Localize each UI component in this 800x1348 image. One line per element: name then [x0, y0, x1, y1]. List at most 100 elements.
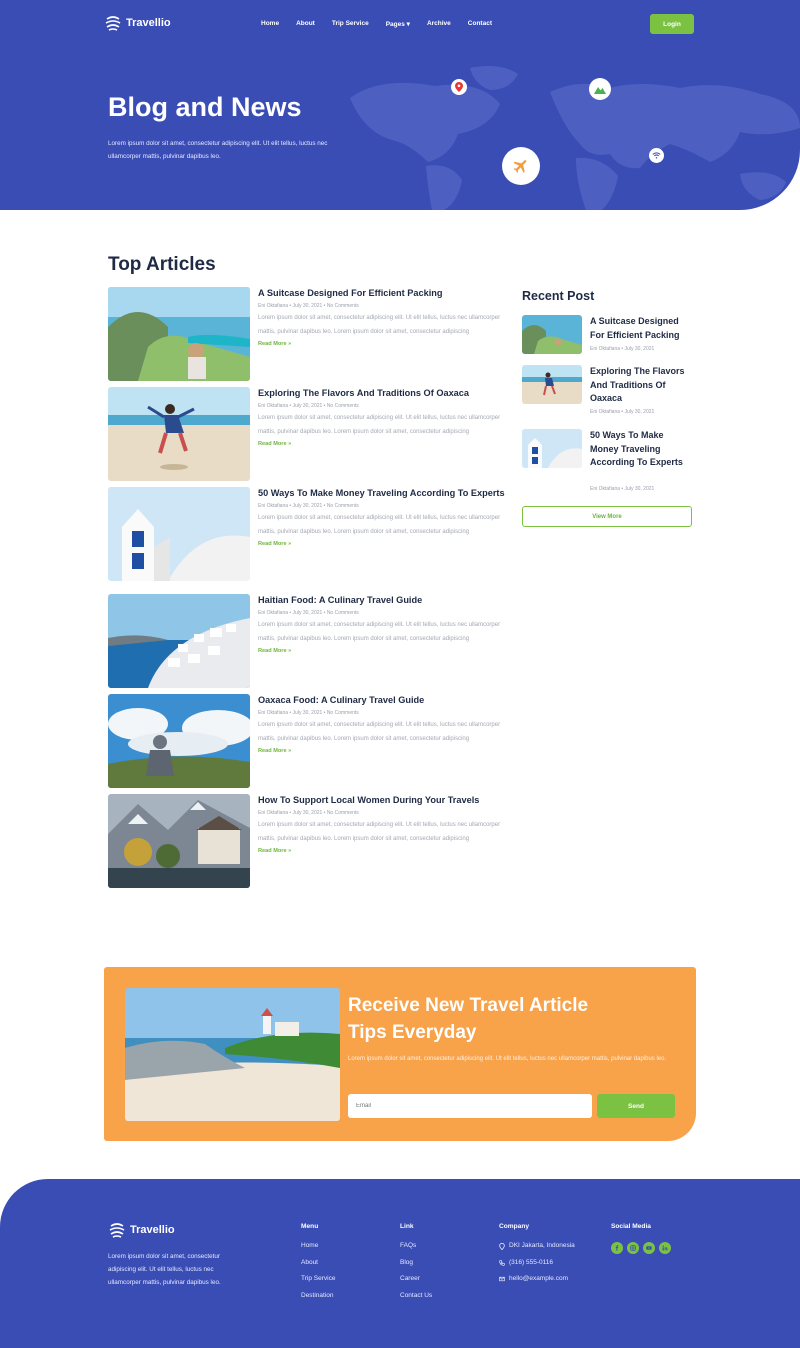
article-meta: Eni Oktafiana • July 30, 2021 • No Comme… — [258, 810, 359, 816]
nav-about[interactable]: About — [296, 20, 315, 28]
linkedin-icon[interactable] — [659, 1242, 671, 1254]
recent-post-thumbnail[interactable] — [522, 315, 582, 354]
footer-link-column: Link FAQs Blog Career Contact Us — [400, 1223, 432, 1308]
article-thumbnail[interactable] — [108, 694, 250, 788]
youtube-icon[interactable] — [643, 1242, 655, 1254]
footer-menu-title: Menu — [301, 1223, 319, 1230]
article-meta: Eni Oktafiana • July 30, 2021 • No Comme… — [258, 403, 359, 409]
brand-logo[interactable]: Travellio — [104, 14, 171, 32]
recent-post-meta: Eni Oktafiana • July 30, 2021 — [590, 409, 655, 415]
article-excerpt: Lorem ipsum dolor sit amet, consectetur … — [258, 415, 501, 435]
company-email: hello@example.com — [509, 1275, 568, 1283]
read-more-link[interactable]: Read More » — [258, 441, 508, 447]
main-menu: Home About Trip Service Pages ▾ Archive … — [261, 20, 492, 28]
top-articles-title: Top Articles — [108, 254, 216, 275]
phone-item[interactable]: (316) 555-0116 — [499, 1259, 575, 1267]
location-icon — [499, 1242, 505, 1250]
article-meta: Eni Oktafiana • July 30, 2021 • No Comme… — [258, 503, 359, 509]
newsletter-section: Receive New Travel Article Tips Everyday… — [104, 967, 696, 1141]
read-more-link[interactable]: Read More » — [258, 848, 508, 854]
nav-archive[interactable]: Archive — [427, 20, 451, 28]
address-item: DKI Jakarta, Indonesia — [499, 1242, 575, 1250]
article-title[interactable]: How To Support Local Women During Your T… — [258, 794, 508, 807]
email-item[interactable]: hello@example.com — [499, 1275, 575, 1283]
recent-post-title-link[interactable]: 50 Ways To Make Money Traveling Accordin… — [590, 429, 694, 470]
footer-company-column: Company DKI Jakarta, Indonesia (316) 555… — [499, 1223, 575, 1292]
logo-icon — [109, 1223, 125, 1238]
article-card: Oaxaca Food: A Culinary Travel Guide Eni… — [108, 694, 508, 788]
footer-link-contact-us[interactable]: Contact Us — [400, 1292, 432, 1300]
article-title[interactable]: A Suitcase Designed For Efficient Packin… — [258, 287, 508, 300]
read-more-link[interactable]: Read More » — [258, 748, 508, 754]
article-title[interactable]: Haitian Food: A Culinary Travel Guide — [258, 594, 508, 607]
recent-post-item: A Suitcase Designed For Efficient Packin… — [522, 315, 692, 355]
logo-icon — [105, 16, 121, 31]
footer-link-title: Link — [400, 1223, 414, 1230]
footer-link-trip-service[interactable]: Trip Service — [301, 1275, 335, 1283]
footer-link-career[interactable]: Career — [400, 1275, 432, 1283]
article-excerpt: Lorem ipsum dolor sit amet, consectetur … — [258, 822, 501, 842]
send-button[interactable]: Send — [597, 1094, 675, 1118]
footer-brand-logo[interactable]: Travellio — [108, 1221, 175, 1239]
footer-link-home[interactable]: Home — [301, 1242, 335, 1250]
article-thumbnail[interactable] — [108, 794, 250, 888]
nav-contact[interactable]: Contact — [468, 20, 492, 28]
mountain-icon — [589, 78, 611, 100]
recent-post-title-link[interactable]: A Suitcase Designed For Efficient Packin… — [590, 315, 694, 342]
article-card: Exploring The Flavors And Traditions Of … — [108, 387, 508, 481]
newsletter-text: Lorem ipsum dolor sit amet, consectetur … — [348, 1056, 667, 1062]
recent-post-item: Exploring The Flavors And Traditions Of … — [522, 365, 692, 419]
article-card: A Suitcase Designed For Efficient Packin… — [108, 287, 508, 381]
recent-post-title-link[interactable]: Exploring The Flavors And Traditions Of … — [590, 365, 694, 406]
location-pin-icon — [451, 79, 467, 95]
newsletter-title: Receive New Travel Article Tips Everyday — [348, 995, 589, 1043]
footer-company-title: Company — [499, 1223, 530, 1230]
recent-post-thumbnail[interactable] — [522, 429, 582, 468]
footer-link-destination[interactable]: Destination — [301, 1292, 335, 1300]
nav-pages[interactable]: Pages ▾ — [386, 20, 410, 28]
article-meta: Eni Oktafiana • July 30, 2021 • No Comme… — [258, 710, 359, 716]
article-thumbnail[interactable] — [108, 487, 250, 581]
article-thumbnail[interactable] — [108, 594, 250, 688]
email-input[interactable] — [348, 1094, 592, 1118]
footer-link-faqs[interactable]: FAQs — [400, 1242, 432, 1250]
phone-icon — [499, 1259, 505, 1266]
nav-home[interactable]: Home — [261, 20, 279, 28]
footer: Travellio Lorem ipsum dolor sit amet, co… — [0, 1179, 800, 1348]
read-more-link[interactable]: Read More » — [258, 648, 508, 654]
footer-link-about[interactable]: About — [301, 1259, 335, 1267]
article-title[interactable]: Oaxaca Food: A Culinary Travel Guide — [258, 694, 508, 707]
article-meta: Eni Oktafiana • July 30, 2021 • No Comme… — [258, 610, 359, 616]
nav-pages-label: Pages — [385, 21, 405, 28]
recent-post-thumbnail[interactable] — [522, 365, 582, 404]
article-card: Haitian Food: A Culinary Travel Guide En… — [108, 594, 508, 688]
article-thumbnail[interactable] — [108, 387, 250, 481]
article-thumbnail[interactable] — [108, 287, 250, 381]
article-title[interactable]: 50 Ways To Make Money Traveling Accordin… — [258, 487, 508, 500]
article-card: How To Support Local Women During Your T… — [108, 794, 508, 888]
footer-menu-column: Menu Home About Trip Service Destination — [301, 1223, 335, 1308]
footer-link-blog[interactable]: Blog — [400, 1259, 432, 1267]
footer-social-column: Social Media — [611, 1223, 671, 1254]
page-title: Blog and News — [108, 92, 302, 122]
airplane-icon — [502, 147, 540, 185]
view-more-button[interactable]: View More — [522, 506, 692, 527]
article-excerpt: Lorem ipsum dolor sit amet, consectetur … — [258, 622, 501, 642]
article-excerpt: Lorem ipsum dolor sit amet, consectetur … — [258, 315, 501, 335]
top-nav: Travellio Home About Trip Service Pages … — [104, 14, 694, 36]
footer-description: Lorem ipsum dolor sit amet, consectetur … — [108, 1253, 221, 1286]
facebook-icon[interactable] — [611, 1242, 623, 1254]
recent-post-meta: Eni Oktafiana • July 30, 2021 — [590, 346, 655, 352]
login-button[interactable]: Login — [650, 14, 694, 34]
recent-post-meta: Eni Oktafiana • July 30, 2021 — [590, 486, 655, 492]
social-icons — [611, 1242, 671, 1254]
article-excerpt: Lorem ipsum dolor sit amet, consectetur … — [258, 515, 501, 535]
world-map — [350, 66, 800, 210]
recent-post-title: Recent Post — [522, 289, 595, 303]
nav-trip-service[interactable]: Trip Service — [332, 20, 369, 28]
article-title[interactable]: Exploring The Flavors And Traditions Of … — [258, 387, 508, 400]
read-more-link[interactable]: Read More » — [258, 341, 508, 347]
instagram-icon[interactable] — [627, 1242, 639, 1254]
hero-description: Lorem ipsum dolor sit amet, consectetur … — [108, 140, 328, 160]
read-more-link[interactable]: Read More » — [258, 541, 508, 547]
